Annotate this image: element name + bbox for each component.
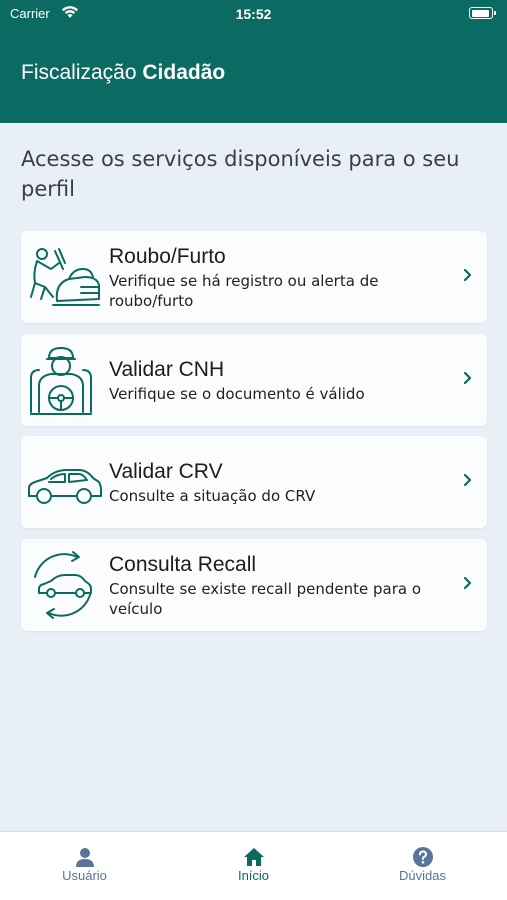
car-recall-icon (34, 551, 92, 619)
theft-icon (30, 248, 100, 306)
service-description: Consulte a situação do CRV (109, 487, 316, 505)
tab-usuario[interactable]: Usuário (0, 832, 169, 900)
service-card-validar-cnh[interactable]: Validar CNH Verifique se o documento é v… (21, 334, 487, 426)
service-description: Consulte se existe recall pendente para … (109, 580, 422, 618)
app-title-bold: Cidadão (142, 61, 226, 84)
tab-duvidas[interactable]: Dúvidas (338, 832, 507, 900)
app-title-regular: Fiscalização (21, 61, 137, 84)
question-icon (413, 847, 433, 867)
service-description: Verifique se há registro ou alerta de ro… (109, 272, 379, 310)
service-card-consulta-recall[interactable]: Consulta Recall Consulte se existe recal… (21, 539, 487, 631)
clock: 15:52 (235, 6, 272, 22)
chevron-right-icon (463, 268, 472, 282)
chevron-right-icon (463, 371, 472, 385)
tab-bar: Usuário Início Dúvidas (0, 831, 507, 900)
service-title: Consulta Recall (109, 553, 257, 576)
app-header: Carrier 15:52 Fiscalização Cidadão (0, 0, 507, 123)
tab-label: Usuário (62, 868, 107, 883)
service-card-validar-crv[interactable]: Validar CRV Consulte a situação do CRV (21, 436, 487, 528)
user-icon (76, 848, 94, 867)
intro-text: Acesse os serviços disponíveis para o se… (21, 147, 460, 201)
service-title: Validar CRV (109, 460, 223, 483)
tab-label: Início (237, 868, 270, 883)
tab-label: Dúvidas (399, 868, 446, 883)
home-icon (244, 848, 264, 866)
service-title: Roubo/Furto (109, 245, 226, 268)
service-description: Verifique se o documento é válido (109, 385, 365, 403)
status-bar: Carrier 15:52 (0, 0, 507, 30)
driver-icon (30, 347, 92, 415)
service-title: Validar CNH (109, 358, 225, 381)
service-card-roubo-furto[interactable]: Roubo/Furto Verifique se há registro ou … (21, 231, 487, 323)
chevron-right-icon (463, 473, 472, 487)
chevron-right-icon (463, 576, 472, 590)
app-title: Fiscalização Cidadão (21, 61, 225, 85)
battery-icon (469, 7, 496, 19)
tab-inicio[interactable]: Início (169, 832, 338, 900)
car-icon (28, 469, 102, 504)
